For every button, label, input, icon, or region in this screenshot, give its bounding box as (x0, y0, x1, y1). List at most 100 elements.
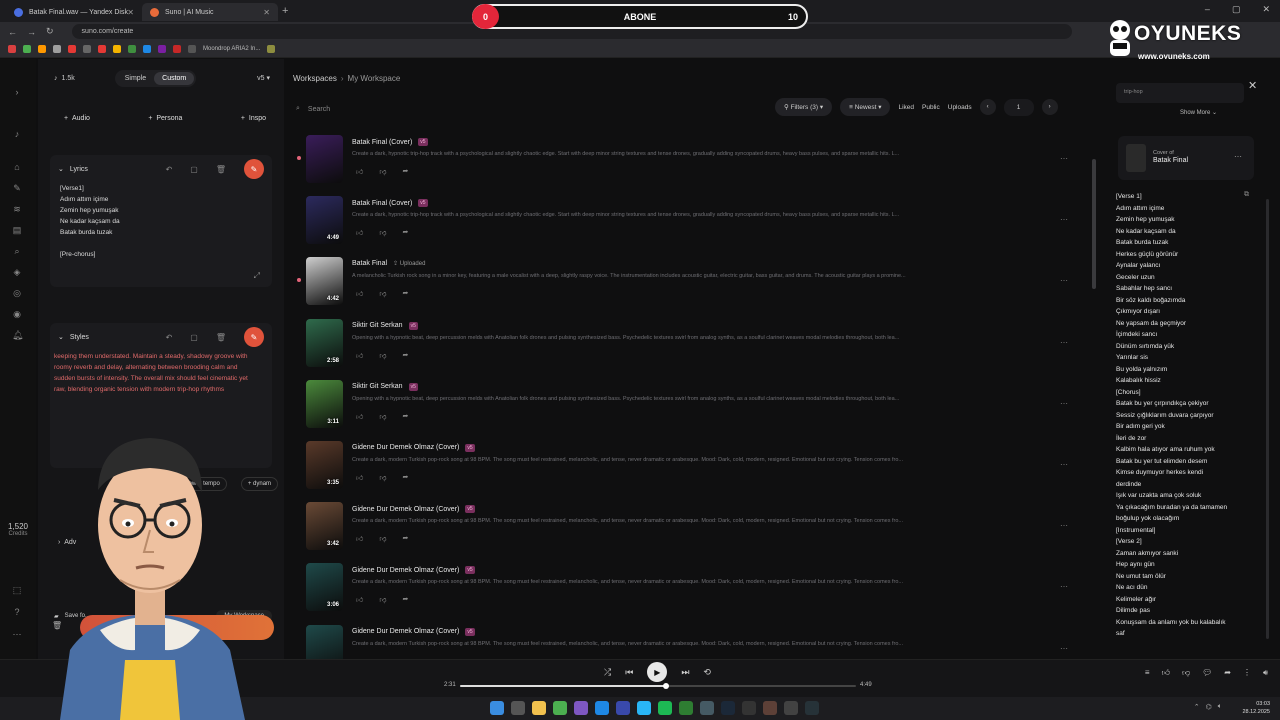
suno-logo-icon[interactable]: ♪ (12, 129, 22, 139)
song-thumbnail[interactable]: 4:42 (306, 257, 343, 306)
song-thumbnail[interactable]: 4:49 (306, 196, 343, 245)
lyrics-generate-icon[interactable]: ✎ (244, 159, 264, 179)
song-title[interactable]: Batak Final (352, 260, 387, 267)
minimize-icon[interactable]: – (1205, 4, 1210, 15)
mode-simple[interactable]: Simple (117, 72, 154, 85)
more-options-icon[interactable]: ⋮ (1243, 668, 1251, 678)
dislike-icon[interactable]: 👎︎ (379, 289, 386, 298)
bookmark-icon[interactable] (143, 45, 151, 53)
next-icon[interactable]: ⏭︎ (681, 667, 689, 678)
share-icon[interactable]: ➦ (402, 228, 408, 237)
song-row[interactable]: 3:11 Siktir Git Serkan v5 Opening with a hy… (286, 375, 1092, 436)
like-icon[interactable]: 👍︎ (356, 289, 363, 298)
volume-icon[interactable]: 🔊︎ (1263, 668, 1268, 678)
dislike-icon[interactable]: 👎︎ (379, 167, 386, 176)
song-title[interactable]: Siktir Git Serkan (352, 383, 403, 390)
like-icon[interactable]: 👍︎ (356, 167, 363, 176)
song-more-icon[interactable]: ⋯ (1060, 582, 1068, 591)
repeat-icon[interactable]: ⟲ (703, 667, 711, 678)
dislike-icon[interactable]: 👎︎ (379, 228, 386, 237)
notifications-icon[interactable]: 🔔︎ (12, 330, 23, 340)
song-row[interactable]: 4:42 Batak Final ⇪ Uploaded A melancholic T… (286, 252, 1092, 313)
song-thumbnail[interactable]: 3:42 (306, 502, 343, 551)
cover-more-icon[interactable]: ⋯ (1234, 152, 1242, 161)
reload-icon[interactable]: ↻ (46, 26, 54, 37)
add-audio-button[interactable]: + Audio (64, 115, 90, 122)
studio-icon[interactable]: ≋ (12, 204, 22, 214)
dislike-icon[interactable]: 👎︎ (379, 412, 386, 421)
new-tab-button[interactable]: + (282, 5, 288, 17)
lyrics-textarea[interactable]: [Verse1] Adım attım içime Zemin hep yumu… (50, 183, 272, 260)
uploads-filter[interactable]: Uploads (948, 104, 972, 111)
bookmark-moondrop[interactable]: Moondrop ARIA2 In... (203, 46, 260, 52)
expand-icon[interactable]: ⤢ (254, 271, 260, 281)
song-thumbnail[interactable]: 3:11 (306, 379, 343, 428)
song-thumbnail[interactable]: 3:35 (306, 440, 343, 489)
app-icon[interactable] (742, 701, 756, 715)
like-icon[interactable]: 👍︎ (356, 595, 363, 604)
bookmark-icon[interactable] (38, 45, 46, 53)
telegram-icon[interactable] (637, 701, 651, 715)
song-title[interactable]: Gidene Dur Demek Olmaz (Cover) (352, 444, 459, 451)
list-scrollbar[interactable] (1092, 159, 1096, 289)
search-nav-icon[interactable]: ⌕ (12, 246, 22, 256)
dislike-icon[interactable]: 👎︎ (379, 473, 386, 482)
bookmark-icon[interactable] (98, 45, 106, 53)
progress-track[interactable] (460, 683, 856, 689)
styles-textarea[interactable]: keeping them understated. Maintain a ste… (50, 351, 272, 395)
styles-generate-icon[interactable]: ✎ (244, 327, 264, 347)
copy-icon[interactable]: ▢ (190, 333, 198, 342)
app-icon[interactable] (679, 701, 693, 715)
page-number[interactable]: 1 (1003, 98, 1034, 116)
like-icon[interactable]: 👍︎ (1162, 668, 1170, 678)
like-icon[interactable]: 👍︎ (356, 473, 363, 482)
song-title[interactable]: Batak Final (Cover) (352, 200, 412, 207)
share-icon[interactable]: ➦ (402, 167, 408, 176)
undo-icon[interactable]: ↶ (166, 165, 173, 174)
dislike-icon[interactable]: 👎︎ (379, 534, 386, 543)
bookmark-icon[interactable] (188, 45, 196, 53)
song-more-icon[interactable]: ⋯ (1060, 276, 1068, 285)
hooks-icon[interactable]: ◈ (12, 267, 22, 277)
bookmark-icon[interactable] (83, 45, 91, 53)
app-icon[interactable] (574, 701, 588, 715)
app-icon[interactable] (805, 701, 819, 715)
progress-knob[interactable] (662, 683, 669, 689)
like-icon[interactable]: 👍︎ (356, 534, 363, 543)
shuffle-icon[interactable]: ⤮ (604, 667, 611, 678)
radio-icon[interactable]: ◉ (12, 309, 22, 319)
speaker-icon[interactable]: 🔈︎ (1218, 703, 1222, 711)
share-icon[interactable]: ➦ (402, 351, 408, 360)
expand-sidebar-icon[interactable]: › (12, 87, 22, 97)
explore-icon[interactable]: ◎ (12, 288, 22, 298)
share-icon[interactable]: ➦ (402, 534, 408, 543)
play-button[interactable]: ▶ (647, 662, 668, 682)
breadcrumb-workspaces[interactable]: Workspaces (293, 74, 337, 83)
song-title[interactable]: Gidene Dur Demek Olmaz (Cover) (352, 506, 459, 513)
app-icon[interactable] (784, 701, 798, 715)
browser-tab-suno[interactable]: Suno | AI Music ✕ (142, 3, 278, 21)
system-clock[interactable]: 03:03 28.12.2025 (1242, 700, 1270, 716)
song-row[interactable]: 2:58 Siktir Git Serkan v5 Opening with a hy… (286, 314, 1092, 375)
undo-icon[interactable]: ↶ (166, 333, 173, 342)
dislike-icon[interactable]: 👎︎ (1182, 668, 1190, 678)
add-inspo-button[interactable]: + Inspo (241, 115, 266, 122)
detail-scrollbar[interactable] (1266, 199, 1269, 639)
search-taskbar-icon[interactable] (511, 701, 525, 715)
next-page-icon[interactable]: › (1041, 99, 1058, 115)
collapse-styles-icon[interactable]: ⌄ (58, 333, 64, 341)
song-more-icon[interactable]: ⋯ (1060, 399, 1068, 408)
library-icon[interactable]: ▤ (12, 225, 22, 235)
sort-button[interactable]: ≡ Newest ▾ (840, 98, 891, 116)
bookmark-icon[interactable] (68, 45, 76, 53)
song-more-icon[interactable]: ⋯ (1060, 215, 1068, 224)
upgrade-icon[interactable]: ⬚ (12, 585, 22, 595)
liked-filter[interactable]: Liked (898, 104, 914, 111)
song-thumbnail[interactable]: 3:06 (306, 563, 343, 612)
bookmark-icon[interactable] (158, 45, 166, 53)
queue-icon[interactable]: ≡ (1145, 668, 1150, 678)
previous-icon[interactable]: ⏮︎ (625, 667, 633, 678)
app-icon[interactable] (700, 701, 714, 715)
search-bar[interactable]: ⌕ Search (296, 101, 766, 117)
bookmark-icon[interactable] (53, 45, 61, 53)
